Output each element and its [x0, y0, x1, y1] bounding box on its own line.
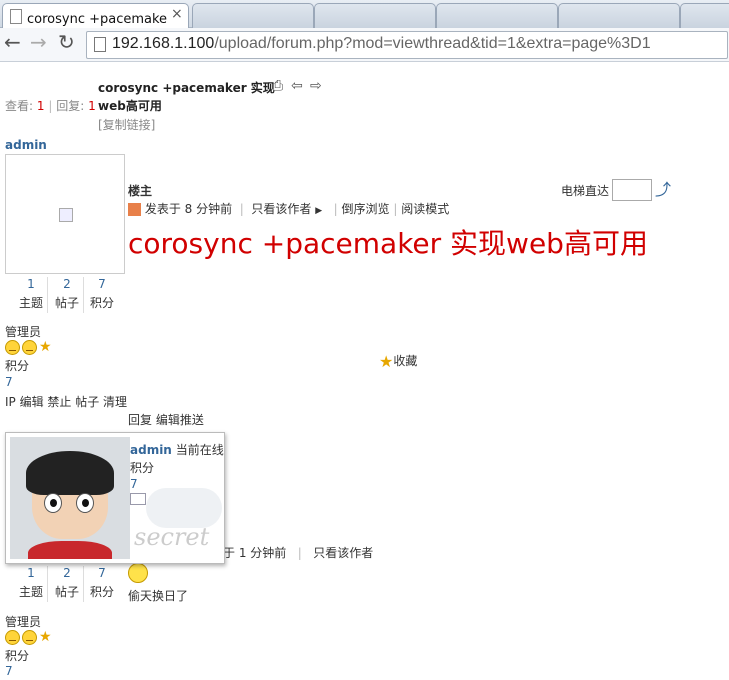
browser-tab[interactable]: [680, 3, 729, 28]
divider: [47, 277, 48, 313]
reverse-order-link[interactable]: 倒序浏览: [342, 202, 390, 216]
elevator-label: 电梯直达: [561, 184, 610, 198]
stat-posts[interactable]: 2 帖子: [49, 277, 85, 311]
tab-title: corosync +pacemaker 实现: [27, 12, 167, 27]
reply-links[interactable]: 回复 编辑推送: [128, 411, 204, 428]
browser-tab[interactable]: [436, 3, 558, 28]
avatar-hair: [26, 451, 114, 495]
prev-thread-icon[interactable]: ⇦: [291, 78, 303, 94]
smiley-icon: [22, 629, 37, 645]
floor-label: 楼主: [128, 184, 153, 198]
thread-title-line1: corosync +pacemaker 实现: [98, 81, 275, 95]
divider: [47, 566, 48, 602]
replies-label: 回复:: [56, 99, 85, 113]
smiley-icon: [5, 629, 20, 645]
user-group: 管理员: [5, 615, 42, 629]
browser-tab[interactable]: [314, 3, 436, 28]
post-time: 发表于 8 分钟前: [144, 202, 233, 216]
post-title: corosync +pacemaker 实现web高可用: [128, 227, 648, 260]
page-icon: [10, 9, 22, 24]
admin-links[interactable]: IP 编辑 禁止 帖子 清理: [5, 393, 127, 410]
forward-icon[interactable]: →: [30, 30, 47, 54]
popup-username[interactable]: admin: [130, 443, 172, 457]
close-tab-icon[interactable]: ×: [171, 6, 183, 22]
user-card-popup: secret admin 当前在线 积分 7: [5, 432, 225, 564]
read-mode-link[interactable]: 阅读模式: [401, 202, 449, 216]
stat-points[interactable]: 7 积分: [84, 566, 120, 600]
page-icon: [94, 37, 106, 52]
smiley-icon: [5, 339, 20, 355]
stat-points[interactable]: 7 积分: [84, 277, 120, 311]
rank-icons: ★: [5, 629, 52, 645]
favorite-button[interactable]: ★收藏: [379, 352, 417, 371]
star-icon: ★: [39, 629, 52, 645]
post2-content: 偷天换日了: [128, 589, 189, 603]
stat-threads[interactable]: 1 主题: [13, 277, 49, 311]
broken-image-icon: [59, 208, 73, 222]
elevator-input[interactable]: [612, 179, 652, 201]
author-name[interactable]: admin: [5, 138, 47, 152]
only-author-link[interactable]: 只看该作者: [313, 546, 373, 560]
cloud-decoration: [146, 488, 222, 528]
views-count: 1: [36, 99, 45, 113]
jump-icon[interactable]: ⤴: [655, 176, 671, 200]
reload-icon[interactable]: ↻: [58, 30, 75, 54]
triangle-right-icon[interactable]: ▶: [315, 206, 322, 216]
post2-meta: 于 1 分钟前 | 只看该作者: [223, 546, 374, 560]
only-author-link[interactable]: 只看该作者: [251, 202, 311, 216]
stat-posts[interactable]: 2 帖子: [49, 566, 85, 600]
user-icon: [128, 203, 141, 216]
avatar[interactable]: [5, 154, 125, 274]
message-icon[interactable]: [130, 493, 146, 505]
browser-tab-bar: corosync +pacemaker 实现 ×: [0, 0, 729, 28]
print-icon[interactable]: ⎙: [272, 78, 283, 94]
post-time: 于 1 分钟前: [223, 546, 287, 560]
replies-count: 1: [88, 99, 96, 113]
user-avatar-large[interactable]: [10, 437, 130, 559]
thread-title-line2: web高可用: [98, 99, 162, 113]
star-icon: ★: [379, 352, 394, 371]
post1-meta: 发表于 8 分钟前 | 只看该作者 ▶ | 倒序浏览 | 阅读模式: [128, 200, 449, 217]
rank-icons: ★: [5, 339, 52, 355]
next-thread-icon[interactable]: ⇨: [310, 78, 322, 94]
emoticon-icon: [128, 563, 148, 583]
thread-stats: 查看: 1 | 回复: 1: [5, 99, 96, 113]
browser-toolbar: ← → ↻ 192.168.1.100/upload/forum.php?mod…: [0, 28, 729, 62]
star-icon: ★: [39, 339, 52, 355]
points-value: 7: [5, 664, 13, 678]
url-text: 192.168.1.100/upload/forum.php?mod=viewt…: [112, 35, 651, 52]
points-label: 积分: [5, 649, 30, 663]
online-status: 当前在线: [175, 443, 224, 457]
user-group: 管理员: [5, 325, 42, 339]
copy-link[interactable]: [复制链接]: [98, 116, 155, 133]
popup-points-value: 7: [130, 477, 138, 491]
browser-tab[interactable]: [558, 3, 680, 28]
address-bar[interactable]: 192.168.1.100/upload/forum.php?mod=viewt…: [86, 31, 728, 59]
stat-threads[interactable]: 1 主题: [13, 566, 49, 600]
browser-tab[interactable]: [192, 3, 314, 28]
points-label: 积分: [5, 359, 30, 373]
avatar-eye: [44, 493, 62, 513]
popup-points-label: 积分: [130, 461, 155, 475]
back-icon[interactable]: ←: [4, 30, 21, 54]
avatar-shirt: [28, 541, 112, 559]
secret-watermark: secret: [134, 523, 210, 551]
points-value: 7: [5, 375, 13, 389]
browser-tab-active[interactable]: corosync +pacemaker 实现 ×: [2, 3, 189, 28]
popup-header: admin 当前在线: [130, 441, 224, 458]
smiley-icon: [22, 339, 37, 355]
views-label: 查看:: [5, 99, 34, 113]
avatar-eye: [76, 493, 94, 513]
